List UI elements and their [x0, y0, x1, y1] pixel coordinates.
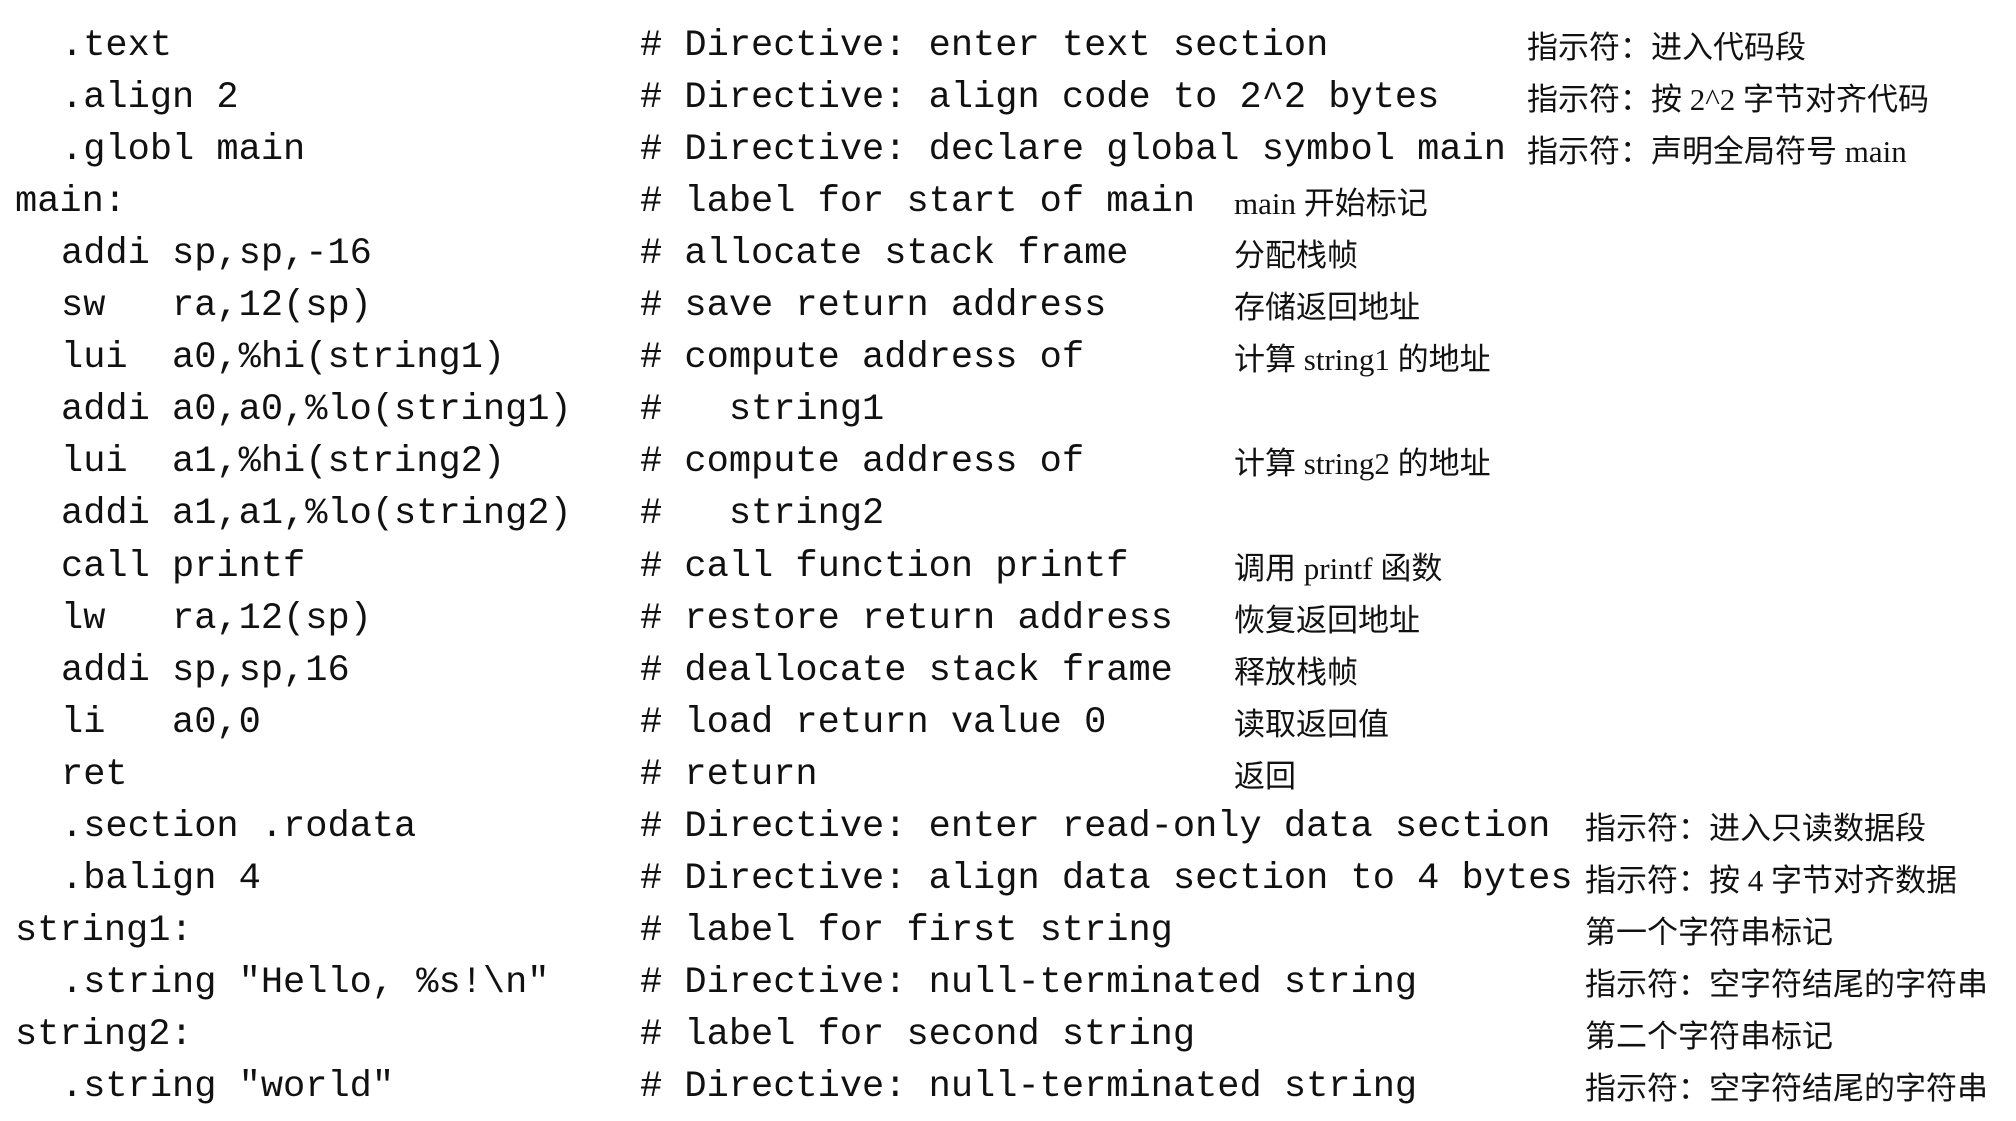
code-comment: # compute address of: [640, 337, 1085, 380]
code-line: lw ra,12(sp) # restore return address 恢复返回…: [0, 593, 2016, 645]
code-comment: # call function printf: [640, 545, 1129, 588]
code-line: .section .rodata # Directive: enter read-…: [0, 801, 2016, 853]
code-instruction: addi a0,a0,%lo(string1): [61, 389, 572, 432]
chinese-annotation: 指示符：进入只读数据段: [1585, 810, 1926, 846]
chinese-annotation: 指示符：按 4 字节对齐数据: [1585, 862, 1957, 898]
code-line: addi a1,a1,%lo(string2) # string2: [0, 488, 2016, 540]
chinese-annotation: 调用 printf 函数: [1234, 550, 1443, 586]
code-comment: # Directive: null-terminated string: [640, 961, 1418, 1004]
code-line: .align 2 # Directive: align code to 2^2 b…: [0, 72, 2016, 124]
code-line: lui a1,%hi(string2) # compute address of 计…: [0, 436, 2016, 488]
chinese-annotation: 计算 string2 的地址: [1234, 446, 1491, 482]
code-instruction: .globl main: [61, 129, 306, 172]
code-comment: # deallocate stack frame: [640, 649, 1173, 692]
code-comment: # Directive: declare global symbol main: [640, 129, 1506, 172]
chinese-annotation: 恢复返回地址: [1234, 602, 1420, 638]
chinese-annotation: 指示符：空字符结尾的字符串: [1585, 966, 1988, 1002]
code-instruction: ret: [61, 753, 128, 796]
chinese-annotation: 指示符：空字符结尾的字符串: [1585, 1071, 1988, 1106]
chinese-annotation: 指示符：按 2^2 字节对齐代码: [1527, 82, 1930, 118]
code-instruction: .section .rodata: [61, 805, 417, 848]
code-comment: # Directive: align data section to 4 byt…: [640, 857, 1573, 900]
code-line: call printf # call function printf 调用 prin…: [0, 541, 2016, 593]
code-comment: # Directive: null-terminated string: [640, 1066, 1418, 1108]
chinese-annotation: main 开始标记: [1234, 186, 1428, 222]
code-comment: # Directive: enter text section: [640, 25, 1329, 67]
code-line: addi sp,sp,-16 # allocate stack frame 分配栈帧: [0, 228, 2016, 280]
code-line: lui a0,%hi(string1) # compute address of 计…: [0, 332, 2016, 384]
code-comment: # allocate stack frame: [640, 233, 1129, 276]
chinese-annotation: 计算 string1 的地址: [1234, 342, 1491, 378]
code-line: addi a0,a0,%lo(string1) # string1: [0, 384, 2016, 436]
code-label: string2:: [15, 1013, 193, 1056]
code-instruction: lui a0,%hi(string1): [61, 337, 506, 380]
code-line: addi sp,sp,16 # deallocate stack frame 释放栈…: [0, 645, 2016, 697]
code-line: .string "world" # Directive: null-termina…: [0, 1061, 2016, 1113]
code-line: string2: # label for second string 第二个字符串标…: [0, 1009, 2016, 1061]
code-comment: # compute address of: [640, 441, 1085, 484]
code-comment: # Directive: align code to 2^2 bytes: [640, 77, 1440, 120]
code-label: main:: [15, 181, 127, 224]
chinese-annotation: 读取返回值: [1234, 706, 1389, 742]
code-instruction: call printf: [61, 545, 306, 588]
code-instruction: addi a1,a1,%lo(string2): [61, 493, 572, 536]
chinese-annotation: 指示符：进入代码段: [1527, 30, 1806, 65]
chinese-annotation: 返回: [1234, 758, 1296, 794]
code-line: .balign 4 # Directive: align data section…: [0, 853, 2016, 905]
code-instruction: .string "world": [61, 1066, 395, 1108]
code-instruction: addi sp,sp,16: [61, 649, 350, 692]
code-label: string1:: [15, 909, 193, 952]
code-comment: # save return address: [640, 285, 1107, 328]
code-instruction: .string "Hello, %s!\n": [61, 961, 550, 1004]
chinese-annotation: 存储返回地址: [1234, 290, 1420, 326]
code-comment: # return: [640, 753, 818, 796]
code-comment: # label for second string: [640, 1013, 1196, 1056]
code-comment: # load return value 0: [640, 701, 1107, 744]
code-comment: # label for first string: [640, 909, 1173, 952]
code-instruction: .text: [61, 25, 173, 67]
code-line: .globl main # Directive: declare global s…: [0, 124, 2016, 176]
code-line: li a0,0 # load return value 0 读取返回值: [0, 697, 2016, 749]
code-line: .text # Directive: enter text section 指示符：…: [0, 20, 2016, 72]
code-instruction: .balign 4: [61, 857, 261, 900]
code-line: sw ra,12(sp) # save return address 存储返回地址: [0, 280, 2016, 332]
code-comment: # Directive: enter read-only data sectio…: [640, 805, 1551, 848]
chinese-annotation: 分配栈帧: [1234, 238, 1358, 274]
code-line: .string "Hello, %s!\n" # Directive: null-…: [0, 957, 2016, 1009]
code-comment: # restore return address: [640, 597, 1173, 640]
chinese-annotation: 第二个字符串标记: [1585, 1018, 1833, 1054]
chinese-annotation: 第一个字符串标记: [1585, 914, 1833, 950]
code-instruction: lw ra,12(sp): [61, 597, 372, 640]
code-line: ret # return 返回: [0, 749, 2016, 801]
code-comment: # label for start of main: [640, 181, 1196, 224]
code-comment: # string1: [640, 389, 885, 432]
code-line: string1: # label for first string 第一个字符串标记: [0, 905, 2016, 957]
chinese-annotation: 释放栈帧: [1234, 654, 1358, 690]
code-instruction: .align 2: [61, 77, 239, 120]
code-instruction: addi sp,sp,-16: [61, 233, 372, 276]
code-comment: # string2: [640, 493, 885, 536]
code-instruction: sw ra,12(sp): [61, 285, 372, 328]
code-instruction: li a0,0: [61, 701, 261, 744]
chinese-annotation: 指示符：声明全局符号 main: [1527, 134, 1907, 170]
code-line: main: # label for start of main main 开始标记: [0, 176, 2016, 228]
code-instruction: lui a1,%hi(string2): [61, 441, 506, 484]
